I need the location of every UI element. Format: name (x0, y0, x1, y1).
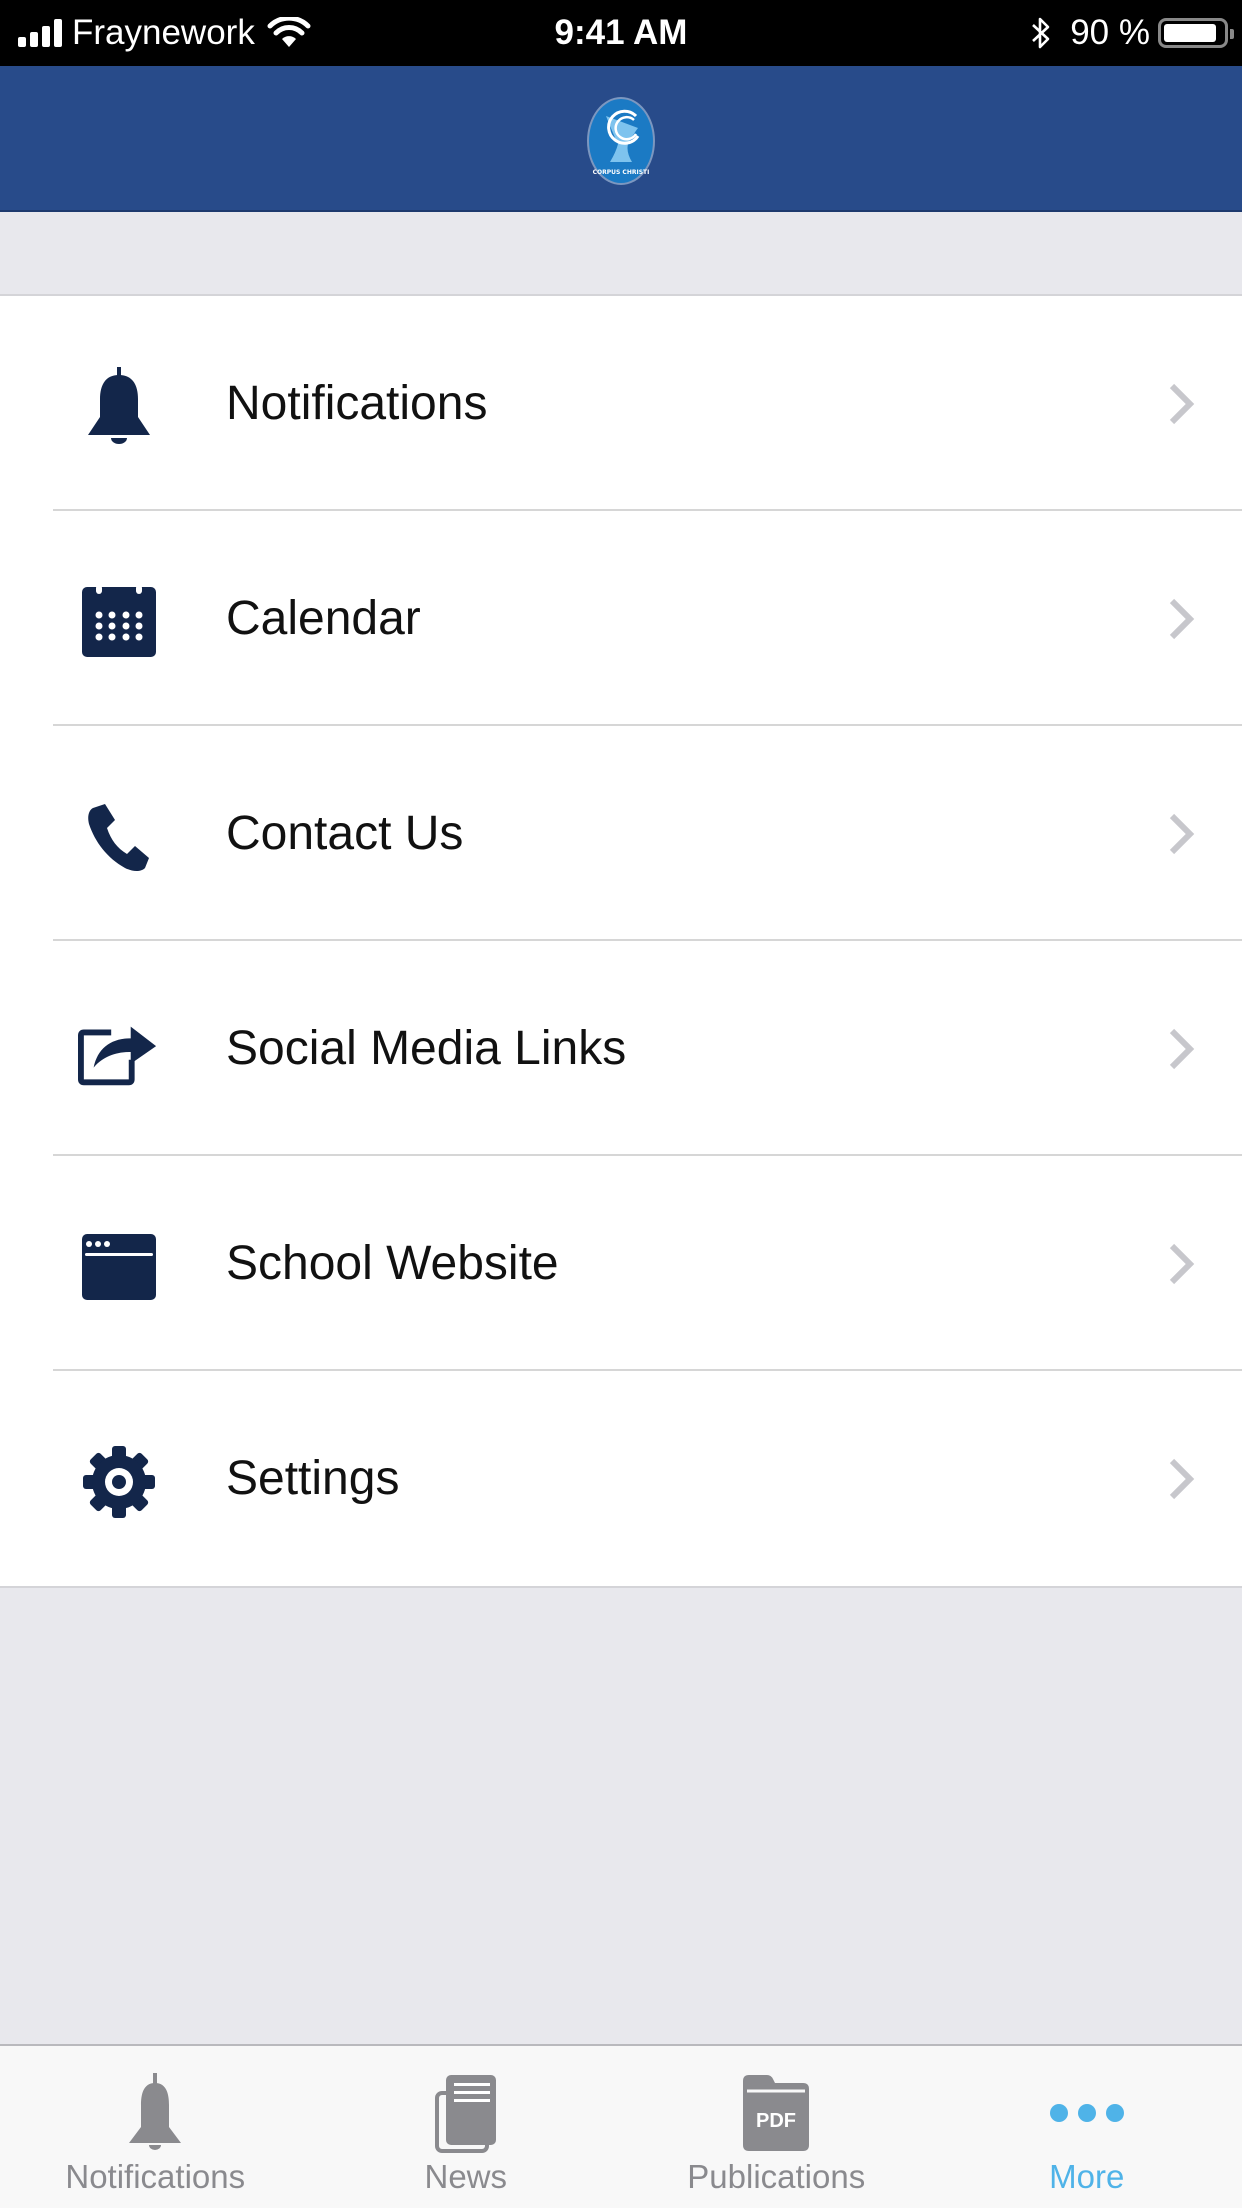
battery-percent: 90 % (1070, 13, 1150, 52)
bell-icon (110, 2068, 200, 2158)
phone-icon (78, 796, 160, 878)
status-bar: Fraynework 9:41 AM 90 % (0, 0, 1242, 66)
school-logo: CORPUS CHRISTI (587, 97, 655, 185)
calendar-icon (78, 581, 160, 663)
chevron-right-icon (1169, 1028, 1195, 1070)
menu-item-school-website[interactable]: School Website (0, 1156, 1242, 1371)
carrier-name: Fraynework (72, 13, 255, 52)
gear-icon (78, 1441, 160, 1523)
menu-item-settings[interactable]: Settings (0, 1371, 1242, 1586)
menu-item-label: Settings (226, 1452, 400, 1505)
pdf-folder-icon: PDF (731, 2068, 821, 2158)
more-menu-list: Notifications Calendar Contact Us Social… (0, 294, 1242, 1588)
menu-item-social-media-links[interactable]: Social Media Links (0, 941, 1242, 1156)
pdf-icon-text: PDF (756, 2110, 796, 2132)
menu-item-label: Calendar (226, 592, 421, 645)
tab-bar: Notifications News PDF Publications More (0, 2044, 1242, 2208)
tab-news[interactable]: News (311, 2046, 622, 2208)
nav-bar: CORPUS CHRISTI (0, 66, 1242, 212)
tab-label: News (424, 2158, 508, 2195)
menu-item-calendar[interactable]: Calendar (0, 511, 1242, 726)
menu-item-label: Notifications (226, 377, 488, 430)
tab-label: More (1049, 2158, 1125, 2195)
share-icon (78, 1011, 160, 1093)
menu-item-contact-us[interactable]: Contact Us (0, 726, 1242, 941)
menu-item-label: Contact Us (226, 807, 464, 860)
tab-label: Notifications (65, 2158, 246, 2195)
bluetooth-icon (1032, 17, 1050, 49)
menu-item-label: School Website (226, 1237, 559, 1290)
browser-window-icon (78, 1226, 160, 1308)
battery-level (1164, 24, 1217, 42)
menu-item-notifications[interactable]: Notifications (0, 296, 1242, 511)
wifi-icon (267, 17, 311, 47)
tab-notifications[interactable]: Notifications (0, 2046, 311, 2208)
menu-item-label: Social Media Links (226, 1022, 627, 1075)
tab-label: Publications (687, 2158, 866, 2195)
status-right: 90 % (1030, 0, 1234, 66)
chevron-right-icon (1169, 598, 1195, 640)
newspaper-icon (421, 2068, 511, 2158)
status-left: Fraynework (18, 0, 311, 66)
more-dots-icon (1042, 2068, 1132, 2158)
chevron-right-icon (1169, 383, 1195, 425)
tab-publications[interactable]: PDF Publications (621, 2046, 932, 2208)
battery-icon (1158, 18, 1234, 48)
chevron-right-icon (1169, 813, 1195, 855)
section-spacer (0, 212, 1242, 294)
signal-icon (18, 19, 62, 47)
logo-text: CORPUS CHRISTI (593, 169, 650, 176)
chevron-right-icon (1169, 1458, 1195, 1500)
chevron-right-icon (1169, 1243, 1195, 1285)
bell-icon (78, 366, 160, 448)
tab-more[interactable]: More (932, 2046, 1242, 2208)
